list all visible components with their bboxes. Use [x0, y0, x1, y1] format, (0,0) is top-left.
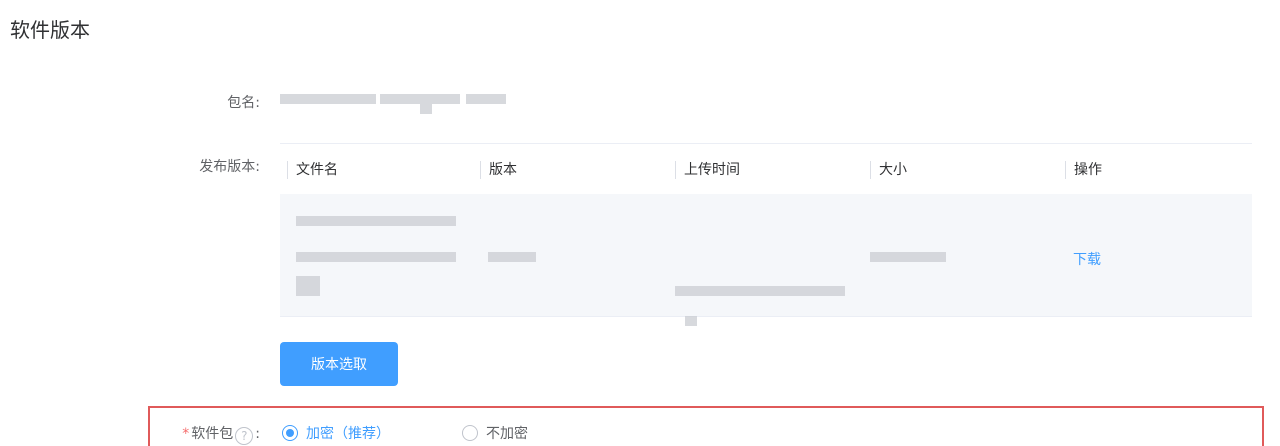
- release-version-label: 发布版本:: [199, 159, 260, 175]
- page-title: 软件版本: [10, 18, 90, 42]
- help-icon[interactable]: ?: [235, 427, 254, 445]
- radio-no-encrypt-label: 不加密: [486, 426, 528, 442]
- radio-checked-icon: [282, 425, 298, 441]
- package-name-value-redacted: [280, 86, 510, 116]
- th-filename: 文件名: [287, 161, 338, 179]
- radio-unchecked-icon: [462, 425, 478, 441]
- radio-no-encrypt[interactable]: 不加密: [462, 423, 528, 443]
- radio-encrypt-label: 加密（推荐）: [306, 426, 390, 442]
- download-link[interactable]: 下载: [1073, 249, 1101, 269]
- th-upload-time: 上传时间: [675, 161, 740, 179]
- table-row: 下载: [280, 194, 1252, 326]
- software-package-label-text: 软件包: [191, 426, 234, 442]
- software-package-label: * 软件包?:: [0, 423, 260, 445]
- release-version-table: 文件名 版本 上传时间 大小 操作 下载: [280, 143, 1252, 326]
- th-version: 版本: [480, 161, 517, 179]
- select-version-button[interactable]: 版本选取: [280, 342, 398, 386]
- table-header: 文件名 版本 上传时间 大小 操作: [280, 143, 1252, 194]
- label-colon: :: [255, 426, 260, 442]
- th-size: 大小: [870, 161, 907, 179]
- package-name-label: 包名:: [227, 95, 260, 111]
- size-cell-redacted: [870, 252, 946, 262]
- th-action: 操作: [1065, 161, 1102, 179]
- version-cell-redacted: [488, 252, 536, 262]
- required-asterisk: *: [182, 426, 190, 442]
- radio-encrypt[interactable]: 加密（推荐）: [282, 423, 390, 443]
